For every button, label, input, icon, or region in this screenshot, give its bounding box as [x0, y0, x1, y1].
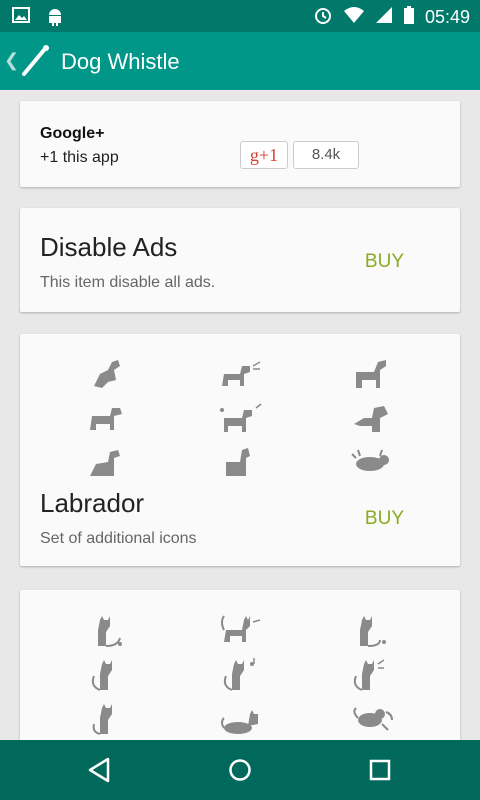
cat-singing-icon — [218, 656, 262, 692]
home-icon[interactable] — [226, 756, 254, 789]
dog-music-icon — [218, 400, 262, 436]
android-icon — [46, 6, 64, 31]
alarm-icon — [313, 5, 333, 30]
signal-icon — [375, 6, 393, 29]
dog-standing-icon — [86, 400, 130, 436]
cat-sitting-2-icon — [350, 612, 394, 648]
dog-jumping-icon — [86, 356, 130, 392]
disable-ads-description: This item disable all ads. — [40, 274, 216, 291]
cat-meowing-icon — [350, 656, 394, 692]
cat-pack-card[interactable] — [20, 590, 460, 740]
cat-sitting-icon — [86, 612, 130, 648]
dog-sitting-icon — [86, 444, 130, 480]
cat-tail-icon — [86, 656, 130, 692]
disable-ads-card[interactable]: Disable Ads This item disable all ads. B… — [20, 208, 460, 312]
dog-howling-icon — [350, 356, 394, 392]
cat-looking-icon — [86, 700, 130, 736]
google-plus-subtitle: +1 this app — [40, 149, 119, 166]
navigation-bar — [0, 740, 480, 800]
app-title: Dog Whistle — [61, 49, 180, 74]
labrador-title: Labrador — [40, 488, 145, 518]
cat-lying-icon — [218, 700, 262, 736]
back-icon[interactable] — [86, 756, 112, 789]
labrador-description: Set of additional icons — [40, 530, 197, 547]
wifi-icon — [343, 6, 365, 29]
status-bar: 05:49 — [0, 0, 480, 32]
clock-time: 05:49 — [424, 7, 470, 27]
cat-standing-icon — [218, 612, 262, 648]
labrador-card[interactable]: Labrador Set of additional icons BUY — [20, 334, 460, 566]
google-plus-card: Google+ +1 this app g+1 8.4k — [20, 101, 460, 187]
cat-playing-icon — [350, 700, 394, 736]
whistle-icon[interactable] — [20, 44, 50, 83]
battery-icon — [403, 5, 415, 30]
dog-begging-icon — [218, 444, 262, 480]
back-chevron-icon[interactable]: ❮ — [4, 50, 19, 71]
google-plus-one-button[interactable]: g+1 — [240, 141, 288, 169]
dog-angry-icon — [350, 400, 394, 436]
labrador-buy-button[interactable]: BUY — [365, 508, 404, 530]
disable-ads-buy-button[interactable]: BUY — [365, 251, 404, 273]
google-plus-title: Google+ — [40, 125, 105, 142]
google-plus-count: 8.4k — [293, 141, 359, 169]
image-icon — [12, 6, 30, 31]
recents-icon[interactable] — [366, 756, 394, 789]
content-list[interactable]: Google+ +1 this app g+1 8.4k Disable Ads… — [0, 90, 480, 740]
dog-barking-icon — [218, 356, 262, 392]
app-bar: ❮ Dog Whistle — [0, 32, 480, 90]
dog-lying-icon — [350, 444, 394, 480]
disable-ads-title: Disable Ads — [40, 232, 178, 262]
